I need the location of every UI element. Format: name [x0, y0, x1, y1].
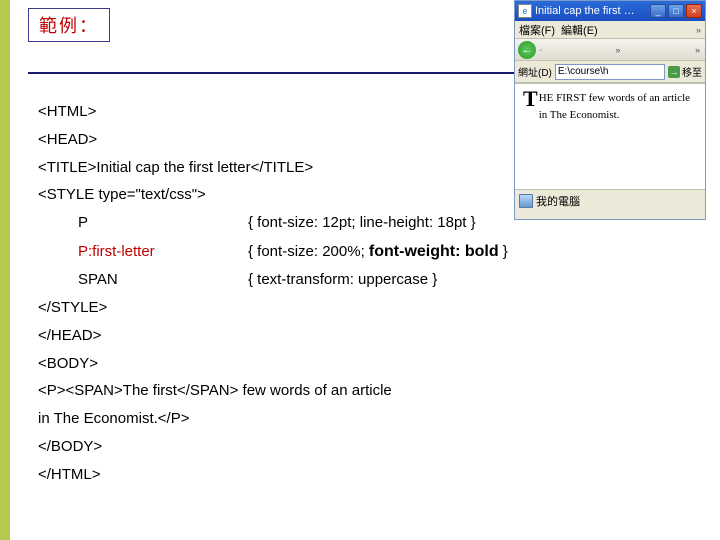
code-line: </STYLE>: [38, 294, 692, 322]
menu-file[interactable]: 檔案(F): [519, 22, 555, 38]
code-line: in The Economist.</P>: [38, 405, 692, 433]
example-label: 範例：: [28, 8, 110, 42]
address-input[interactable]: E:\course\h: [555, 64, 665, 80]
status-text: 我的電腦: [536, 193, 580, 209]
code-rule-highlight: P:first-letter{ font-size: 200%; font-we…: [38, 237, 692, 267]
go-arrow-icon: →: [668, 66, 680, 78]
menu-overflow-icon[interactable]: »: [696, 25, 701, 35]
window-title: Initial cap the first …: [535, 5, 647, 17]
ie-favicon-icon: e: [518, 4, 532, 18]
back-button[interactable]: ←: [518, 41, 536, 59]
toolbar-overflow2-icon[interactable]: »: [695, 45, 700, 55]
code-line: </HTML>: [38, 461, 692, 489]
page-content: THE FIRST few words of an article in The…: [515, 83, 705, 189]
code-line: </BODY>: [38, 433, 692, 461]
maximize-button[interactable]: □: [668, 4, 684, 18]
uppercase-span: HE FIRST: [539, 92, 586, 104]
menubar: 檔案(F) 編輯(E) »: [515, 21, 705, 39]
toolbar-separator: -: [539, 44, 543, 56]
menu-edit[interactable]: 編輯(E): [561, 22, 598, 38]
toolbar-overflow-icon[interactable]: »: [615, 45, 620, 55]
address-label: 網址(D): [518, 64, 552, 79]
titlebar: e Initial cap the first … _ □ ×: [515, 1, 705, 21]
status-bar: 我的電腦: [515, 189, 705, 211]
code-rule: SPAN{ text-transform: uppercase }: [38, 266, 692, 294]
toolbar: ← - » »: [515, 39, 705, 61]
computer-icon: [519, 194, 533, 208]
code-line: <BODY>: [38, 350, 692, 378]
minimize-button[interactable]: _: [650, 4, 666, 18]
close-button[interactable]: ×: [686, 4, 702, 18]
address-bar: 網址(D) E:\course\h → 移至: [515, 61, 705, 83]
browser-preview-window: e Initial cap the first … _ □ × 檔案(F) 編輯…: [514, 0, 706, 220]
code-line: <P><SPAN>The first</SPAN> few words of a…: [38, 377, 692, 405]
code-line: </HEAD>: [38, 322, 692, 350]
go-button[interactable]: → 移至: [668, 64, 702, 79]
dropcap: T: [523, 90, 538, 108]
